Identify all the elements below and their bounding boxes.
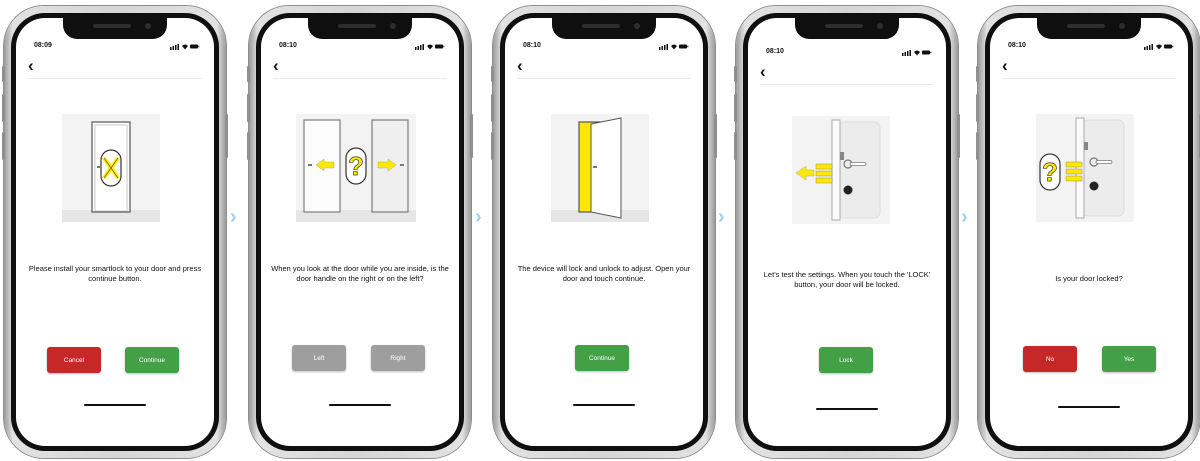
screen: 08:10 ‹ The device will lock and unlock …: [505, 18, 703, 446]
right-button[interactable]: Right: [371, 345, 425, 371]
notch: [308, 18, 412, 39]
screen: 08:10 ‹ ? Is your door locked? No Yes: [990, 18, 1188, 446]
open-door-icon: [551, 114, 649, 222]
power-button: [225, 114, 228, 158]
phone-bezel: 08:10 ‹ Let's test the settings. When yo…: [743, 13, 951, 451]
home-indicator: [1058, 406, 1120, 408]
lock-button[interactable]: Lock: [819, 347, 873, 373]
screen: 08:10 ‹ Let's test the settings. When yo…: [748, 18, 946, 446]
volume-button: [2, 94, 5, 122]
flow-arrow-icon: ›: [718, 206, 725, 228]
status-icons: [415, 44, 445, 50]
power-button: [470, 114, 473, 158]
power-button: [957, 114, 960, 158]
volume-button: [247, 66, 250, 82]
volume-button: [247, 94, 250, 122]
instruction-text: Is your door locked?: [1055, 274, 1123, 283]
yes-button[interactable]: Yes: [1102, 346, 1156, 372]
flow-arrow-icon: ›: [475, 206, 482, 228]
status-icons: [902, 50, 932, 56]
phone-bezel: 08:09 ‹ Please install your smartlock to…: [11, 13, 219, 451]
nav-divider: [517, 78, 691, 79]
instruction-text: The device will lock and unlock to adjus…: [517, 264, 691, 283]
volume-button: [976, 66, 979, 82]
back-icon[interactable]: ‹: [760, 63, 766, 80]
screen: 08:10 ‹ ? When you look at the door whil…: [261, 18, 459, 446]
home-indicator: [573, 404, 635, 406]
status-time: 08:10: [279, 42, 297, 49]
home-indicator: [329, 404, 391, 406]
volume-button: [491, 94, 494, 122]
volume-button: [976, 94, 979, 122]
left-button[interactable]: Left: [292, 345, 346, 371]
nav-divider: [28, 78, 202, 79]
screen: 08:09 ‹ Please install your smartlock to…: [16, 18, 214, 446]
back-icon[interactable]: ‹: [517, 57, 523, 74]
phone-screen-5: 08:10 ‹ ? Is your door locked? No Yes: [976, 6, 1200, 458]
door-locked-question-icon: ?: [1036, 114, 1134, 222]
nav-divider: [273, 78, 447, 79]
home-indicator: [816, 408, 878, 410]
door-handle-side-question-icon: ?: [296, 114, 416, 222]
status-icons: [1144, 44, 1174, 50]
flow-arrow-icon: ›: [961, 206, 968, 228]
phone-bezel: 08:10 ‹ ? When you look at the door whil…: [256, 13, 464, 451]
volume-button: [2, 66, 5, 82]
back-icon[interactable]: ‹: [28, 57, 34, 74]
cancel-button[interactable]: Cancel: [47, 347, 101, 373]
nav-divider: [1002, 78, 1176, 79]
instruction-text: Let's test the settings. When you touch …: [763, 270, 931, 289]
volume-button: [734, 66, 737, 82]
instruction-text: When you look at the door while you are …: [271, 264, 449, 283]
door-install-tools-icon: [62, 114, 160, 222]
phone-screen-2: 08:10 ‹ ? When you look at the door whil…: [247, 6, 473, 458]
volume-button: [976, 132, 979, 160]
back-icon[interactable]: ‹: [1002, 57, 1008, 74]
back-icon[interactable]: ‹: [273, 57, 279, 74]
status-time: 08:10: [766, 48, 784, 55]
flow-arrow-icon: ›: [230, 206, 237, 228]
notch: [552, 18, 656, 39]
volume-button: [2, 132, 5, 160]
status-icons: [170, 44, 200, 50]
svg-text:?: ?: [1042, 157, 1058, 187]
volume-button: [491, 66, 494, 82]
svg-text:?: ?: [348, 151, 364, 181]
status-time: 08:10: [523, 42, 541, 49]
status-time: 08:09: [34, 42, 52, 49]
phone-screen-3: 08:10 ‹ The device will lock and unlock …: [491, 6, 717, 458]
phone-bezel: 08:10 ‹ The device will lock and unlock …: [500, 13, 708, 451]
phone-bezel: 08:10 ‹ ? Is your door locked? No Yes: [985, 13, 1193, 451]
status-icons: [659, 44, 689, 50]
home-indicator: [84, 404, 146, 406]
phone-screen-1: 08:09 ‹ Please install your smartlock to…: [2, 6, 228, 458]
notch: [63, 18, 167, 39]
instruction-text: Please install your smartlock to your do…: [28, 264, 202, 283]
nav-divider: [760, 84, 934, 85]
notch: [795, 18, 899, 39]
volume-button: [247, 132, 250, 160]
door-lock-bolt-icon: [792, 116, 890, 224]
volume-button: [734, 94, 737, 122]
continue-button[interactable]: Continue: [125, 347, 179, 373]
continue-button[interactable]: Continue: [575, 345, 629, 371]
volume-button: [491, 132, 494, 160]
status-time: 08:10: [1008, 42, 1026, 49]
volume-button: [734, 132, 737, 160]
power-button: [714, 114, 717, 158]
no-button[interactable]: No: [1023, 346, 1077, 372]
phone-screen-4: 08:10 ‹ Let's test the settings. When yo…: [734, 6, 960, 458]
notch: [1037, 18, 1141, 39]
